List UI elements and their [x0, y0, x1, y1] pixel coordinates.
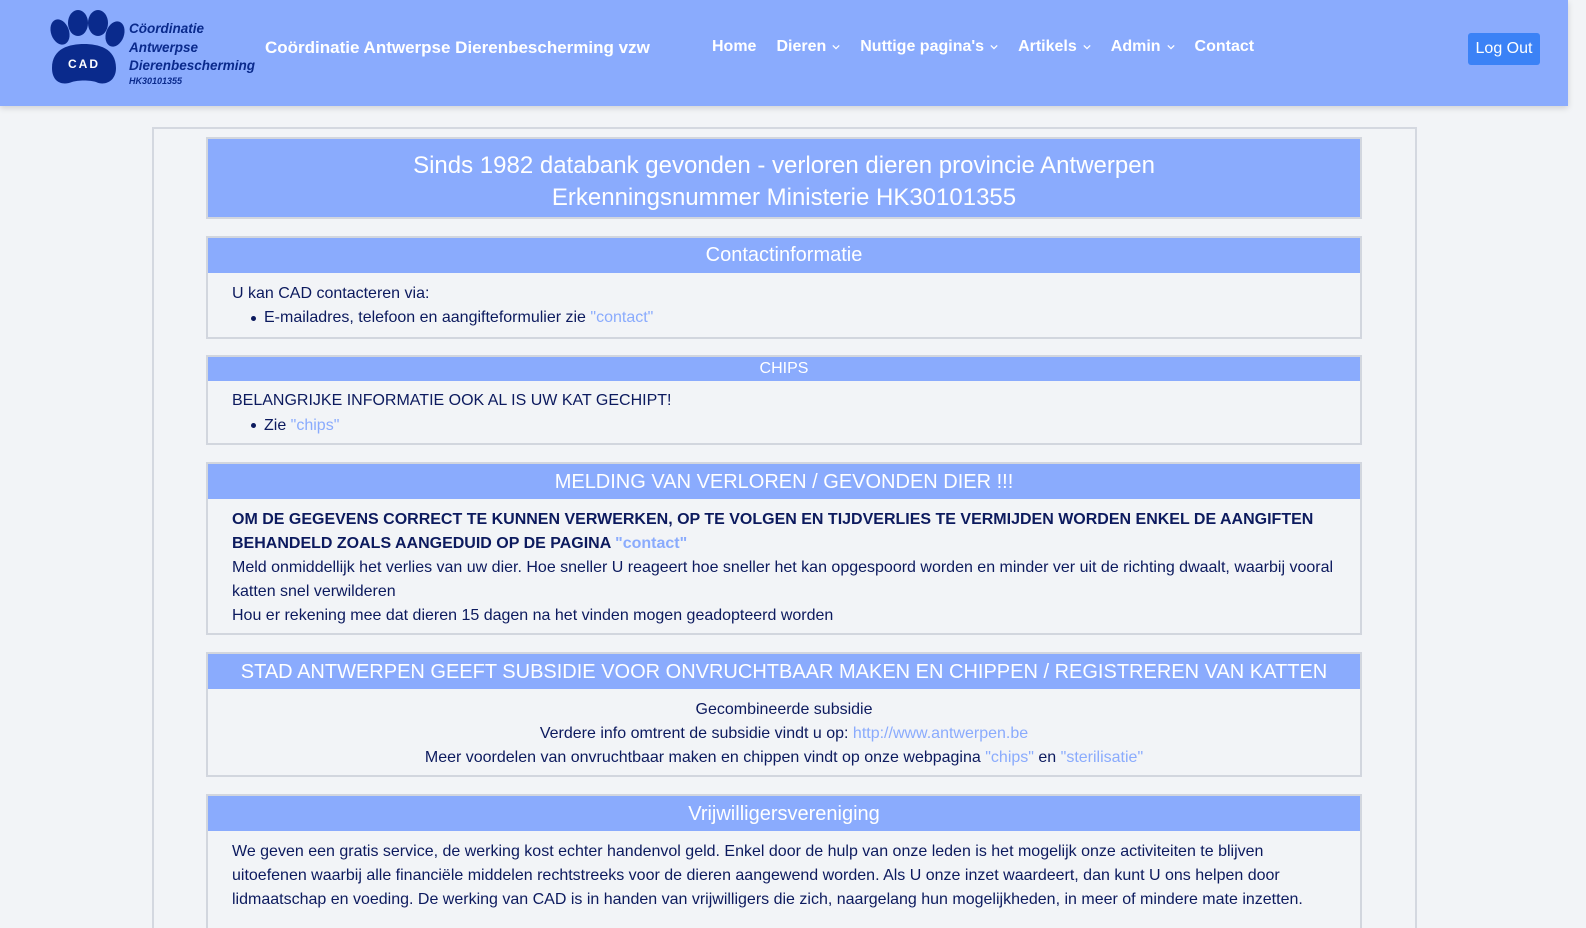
contact-title: Contactinformatie — [208, 238, 1360, 273]
vrijwilligers-body: We geven een gratis service, de werking … — [208, 831, 1360, 912]
melding-paragraph-2: Hou er rekening mee dat dieren 15 dagen … — [232, 607, 834, 624]
banner-header: Sinds 1982 databank gevonden - verloren … — [208, 139, 1360, 217]
contact-body: U kan CAD contacteren via: E-mailadres, … — [208, 273, 1360, 330]
logout-button[interactable]: Log Out — [1468, 33, 1540, 65]
subsidie-body: Gecombineerde subsidie Verdere info omtr… — [208, 689, 1360, 770]
chevron-down-icon — [832, 44, 840, 50]
nav-nuttige-paginas-label: Nuttige pagina's — [860, 38, 985, 55]
chips-title: CHIPS — [208, 357, 1360, 381]
nav-dieren-label: Dieren — [776, 38, 827, 55]
subsidie-line-1: Gecombineerde subsidie — [695, 701, 873, 718]
chevron-down-icon — [990, 44, 998, 50]
subsidie-title: STAD ANTWERPEN GEEFT SUBSIDIE VOOR ONVRU… — [208, 654, 1360, 689]
subsidie-line-3: Meer voordelen van onvruchtbaar maken en… — [232, 746, 1336, 770]
melding-notice: OM DE GEGEVENS CORRECT TE KUNNEN VERWERK… — [232, 508, 1336, 556]
subsidie-line-3-text: Meer voordelen van onvruchtbaar maken en… — [424, 749, 986, 766]
subsidie-line-2: Verdere info omtrent de subsidie vindt u… — [232, 722, 1336, 746]
chips-body: BELANGRIJKE INFORMATIE OOK AL IS UW KAT … — [208, 381, 1360, 438]
contact-card: Contactinformatie U kan CAD contacteren … — [206, 236, 1362, 339]
subsidie-line-3-mid: en — [1033, 749, 1061, 766]
melding-body: OM DE GEGEVENS CORRECT TE KUNNEN VERWERK… — [208, 499, 1360, 628]
logo-line-1: Cöordinatie — [129, 21, 205, 36]
contact-link[interactable]: "contact" — [590, 309, 653, 326]
logo-text: Cöordinatie Antwerpse Dierenbescherming … — [129, 20, 255, 86]
cad-logo[interactable]: CAD Cöordinatie Antwerpse Dierenbescherm… — [40, 10, 255, 88]
nav-home-label: Home — [712, 38, 757, 55]
contact-list: E-mailadres, telefoon en aangifteformuli… — [232, 306, 1336, 330]
chevron-down-icon — [1166, 44, 1175, 50]
logo-line-2: Antwerpse — [129, 39, 199, 55]
nav-home[interactable]: Home — [712, 38, 756, 56]
banner-card: Sinds 1982 databank gevonden - verloren … — [206, 137, 1362, 219]
vrijwilligers-title: Vrijwilligersvereniging — [208, 796, 1360, 831]
banner-line-2: Erkenningsnummer Ministerie HK30101355 — [551, 184, 1017, 211]
melding-card: MELDING VAN VERLOREN / GEVONDEN DIER !!!… — [206, 462, 1362, 635]
nav-admin-label: Admin — [1110, 38, 1161, 55]
melding-bold-text: OM DE GEGEVENS CORRECT TE KUNNEN VERWERK… — [232, 511, 1314, 552]
nav-artikels[interactable]: Artikels — [1018, 38, 1091, 56]
nav-nuttige-paginas[interactable]: Nuttige pagina's — [860, 38, 998, 56]
melding-contact-link[interactable]: "contact" — [615, 535, 687, 552]
chips-item-text: Zie — [264, 417, 291, 434]
subsidie-card: STAD ANTWERPEN GEEFT SUBSIDIE VOOR ONVRU… — [206, 652, 1362, 777]
logo-badge: CAD — [68, 57, 100, 71]
chips-card: CHIPS BELANGRIJKE INFORMATIE OOK AL IS U… — [206, 355, 1362, 445]
banner-line-1: Sinds 1982 databank gevonden - verloren … — [413, 152, 1155, 179]
nav-dieren[interactable]: Dieren — [776, 38, 840, 56]
logo-registration: HK30101355 — [129, 75, 183, 86]
vrijwilligers-card: Vrijwilligersvereniging We geven een gra… — [206, 794, 1362, 928]
site-title[interactable]: Coördinatie Antwerpse Dierenbescherming … — [265, 38, 650, 58]
melding-title: MELDING VAN VERLOREN / GEVONDEN DIER !!! — [208, 464, 1360, 499]
antwerpen-link[interactable]: http://www.antwerpen.be — [853, 725, 1028, 742]
paw-logo-icon: CAD — [50, 10, 125, 84]
chips-page-link[interactable]: "chips" — [985, 749, 1034, 766]
nav-artikels-label: Artikels — [1018, 38, 1077, 55]
sterilisatie-link[interactable]: "sterilisatie" — [1061, 749, 1144, 766]
chevron-down-icon — [1083, 44, 1091, 50]
chips-link[interactable]: "chips" — [291, 417, 340, 434]
subsidie-line-2-text: Verdere info omtrent de subsidie vindt u… — [539, 725, 853, 742]
chips-intro: BELANGRIJKE INFORMATIE OOK AL IS UW KAT … — [232, 392, 672, 409]
main-nav: Home Dieren Nuttige pagina's Artikels Ad… — [712, 38, 1254, 56]
vrijwilligers-text: We geven een gratis service, de werking … — [232, 843, 1303, 908]
list-item: Zie "chips" — [249, 413, 1336, 438]
nav-admin[interactable]: Admin — [1111, 38, 1175, 56]
logo-line-3: Dierenbescherming — [129, 58, 256, 73]
chips-list: Zie "chips" — [232, 413, 1336, 438]
list-item: E-mailadres, telefoon en aangifteformuli… — [249, 306, 1336, 330]
nav-contact-label: Contact — [1194, 38, 1255, 55]
nav-contact[interactable]: Contact — [1195, 38, 1255, 56]
melding-paragraph-1: Meld onmiddellijk het verlies van uw die… — [232, 559, 1334, 600]
contact-item-text: E-mailadres, telefoon en aangifteformuli… — [264, 309, 591, 326]
contact-intro: U kan CAD contacteren via: — [232, 285, 430, 302]
top-navbar: CAD Cöordinatie Antwerpse Dierenbescherm… — [0, 0, 1568, 106]
